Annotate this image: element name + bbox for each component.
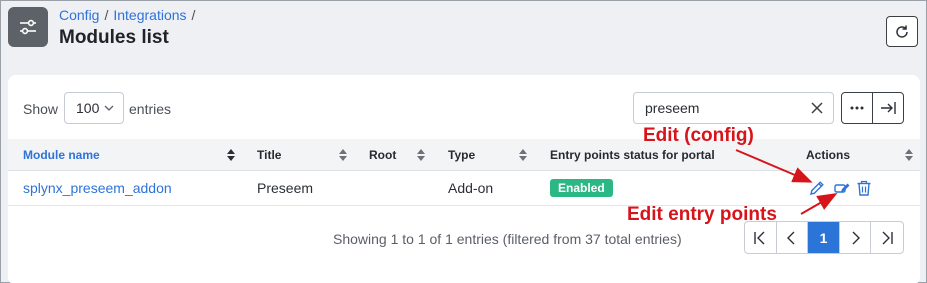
refresh-icon [896, 25, 908, 38]
sort-icon[interactable] [417, 149, 425, 161]
clear-search-icon[interactable] [809, 100, 825, 116]
sort-icon[interactable] [339, 149, 347, 161]
edit-pencil-icon[interactable] [808, 179, 826, 197]
table-header: Module name Title Root Type Entry points… [8, 139, 920, 171]
breadcrumb-integrations-link[interactable]: Integrations [113, 7, 186, 23]
first-page-icon [754, 231, 765, 244]
module-type: Add-on [448, 180, 494, 196]
breadcrumb-config-link[interactable]: Config [59, 7, 99, 23]
table-tools-group [841, 92, 904, 124]
sort-icon[interactable] [227, 149, 235, 161]
modules-card: Show 100 entries preseem Module name Tit… [8, 75, 920, 283]
refresh-button[interactable] [886, 16, 918, 47]
breadcrumb-separator: / [104, 7, 109, 23]
module-name-link[interactable]: splynx_preseem_addon [23, 180, 172, 196]
arrow-right-to-bar-icon [881, 102, 896, 114]
column-header-actions: Actions [806, 148, 851, 162]
more-horizontal-icon [850, 106, 864, 110]
entries-per-page-value: 100 [76, 100, 100, 116]
breadcrumb: Config / Integrations / [59, 7, 200, 23]
sliders-icon [8, 7, 48, 47]
entries-label: entries [129, 101, 172, 117]
column-header-type[interactable]: Type [448, 148, 475, 162]
table-row: splynx_preseem_addon Preseem Add-on Enab… [8, 171, 920, 206]
chevron-left-icon [786, 231, 795, 244]
column-header-root[interactable]: Root [369, 148, 396, 162]
sort-icon[interactable] [905, 149, 913, 161]
annotation-edit-entry-points: Edit entry points [627, 204, 777, 225]
first-page-button[interactable] [745, 222, 777, 253]
more-options-button[interactable] [842, 93, 873, 123]
delete-trash-icon[interactable] [855, 179, 873, 197]
sort-icon[interactable] [519, 149, 527, 161]
page-1-button[interactable]: 1 [808, 222, 840, 253]
search-input-value: preseem [645, 100, 700, 116]
annotation-edit-config: Edit (config) [643, 125, 754, 146]
search-input[interactable]: preseem [633, 92, 834, 124]
table-info: Showing 1 to 1 of 1 entries (filtered fr… [333, 231, 682, 247]
edit-entry-points-icon[interactable] [833, 179, 851, 197]
entries-per-page-select[interactable]: 100 [64, 92, 124, 124]
show-label: Show [23, 101, 59, 117]
module-title: Preseem [257, 180, 314, 196]
chevron-right-icon [852, 231, 861, 244]
page-title: Modules list [59, 27, 169, 48]
status-badge: Enabled [550, 179, 613, 197]
column-header-title[interactable]: Title [257, 148, 281, 162]
previous-page-button[interactable] [777, 222, 809, 253]
column-header-entry-points-status[interactable]: Entry points status for portal [550, 148, 715, 162]
expand-button[interactable] [873, 93, 903, 123]
chevron-down-icon [104, 105, 114, 111]
last-page-button[interactable] [871, 222, 903, 253]
next-page-button[interactable] [840, 222, 872, 253]
last-page-icon [882, 231, 893, 244]
column-header-module-name[interactable]: Module name [23, 148, 100, 162]
breadcrumb-separator: / [191, 7, 196, 23]
